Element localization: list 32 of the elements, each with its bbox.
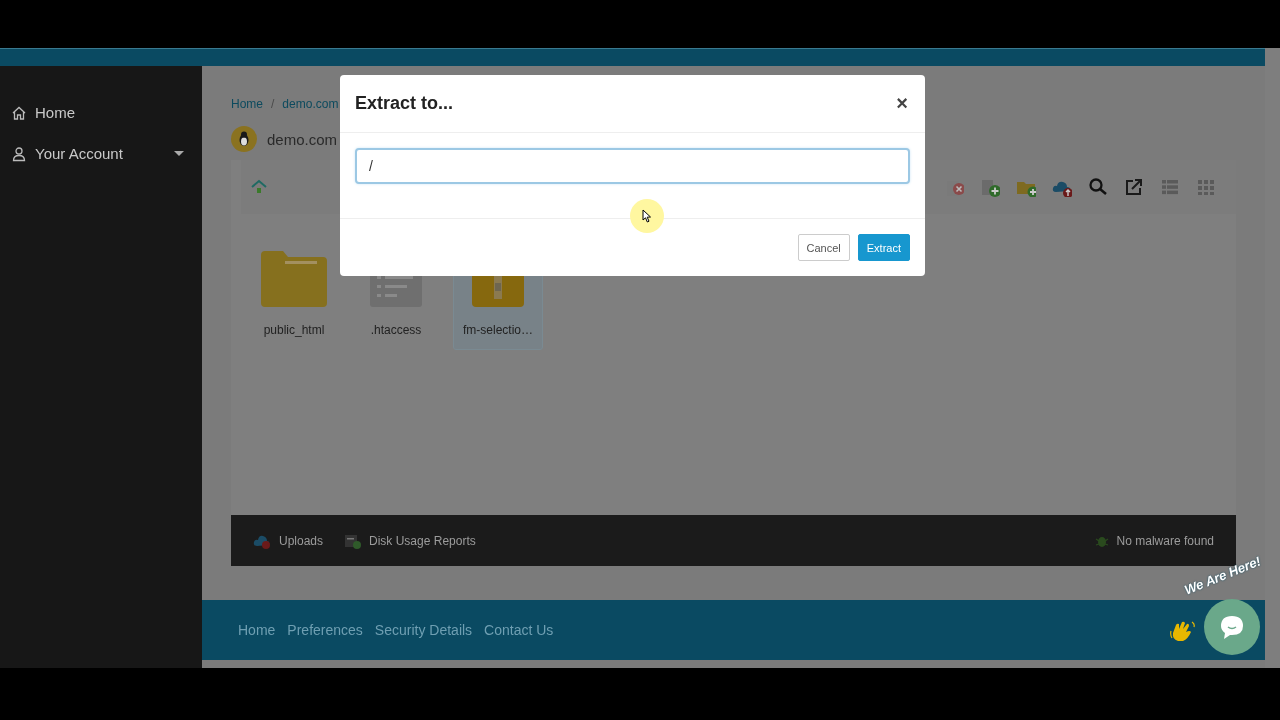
footer-link[interactable]: Contact Us: [484, 622, 554, 638]
breadcrumb-link[interactable]: demo.com: [282, 97, 339, 111]
site-name: demo.com: [267, 130, 338, 148]
home-icon: [11, 104, 27, 121]
new-file-icon[interactable]: [980, 177, 1000, 197]
footer-link[interactable]: Home: [238, 622, 276, 638]
close-button[interactable]: ×: [894, 92, 910, 115]
breadcrumb-link[interactable]: Home: [231, 97, 263, 111]
waving-hand-icon: [1170, 619, 1196, 643]
sidebar-item[interactable]: Home: [0, 92, 202, 133]
caret-icon: [174, 151, 184, 156]
footer-link[interactable]: Security Details: [374, 622, 473, 638]
footer-link[interactable]: Preferences: [287, 622, 363, 638]
cancel-button[interactable]: Cancel: [797, 234, 850, 261]
path-input-field[interactable]: /: [355, 148, 910, 184]
file-item[interactable]: public_html: [249, 240, 339, 350]
breadcrumb-separator: /: [271, 97, 275, 111]
extract-button[interactable]: Extract: [857, 234, 910, 261]
user-icon: [11, 145, 27, 162]
penguin-icon: [231, 126, 257, 152]
chat-bubble-icon: [1218, 613, 1246, 641]
status-link[interactable]: Disk Usage Reports: [345, 532, 476, 549]
status-link[interactable]: Uploads: [253, 532, 324, 549]
external-link-icon[interactable]: [1124, 177, 1144, 197]
dialog-title: Extract to...: [355, 93, 454, 114]
pointer-icon: [642, 209, 652, 223]
search-icon[interactable]: [1088, 177, 1108, 197]
chart-icon: [345, 532, 362, 549]
malware-status: No malware found: [1094, 533, 1214, 548]
folder-icon: [261, 251, 327, 307]
chat-label: We Are Here!: [1182, 553, 1263, 598]
sidebar-item[interactable]: Your Account: [0, 133, 202, 174]
